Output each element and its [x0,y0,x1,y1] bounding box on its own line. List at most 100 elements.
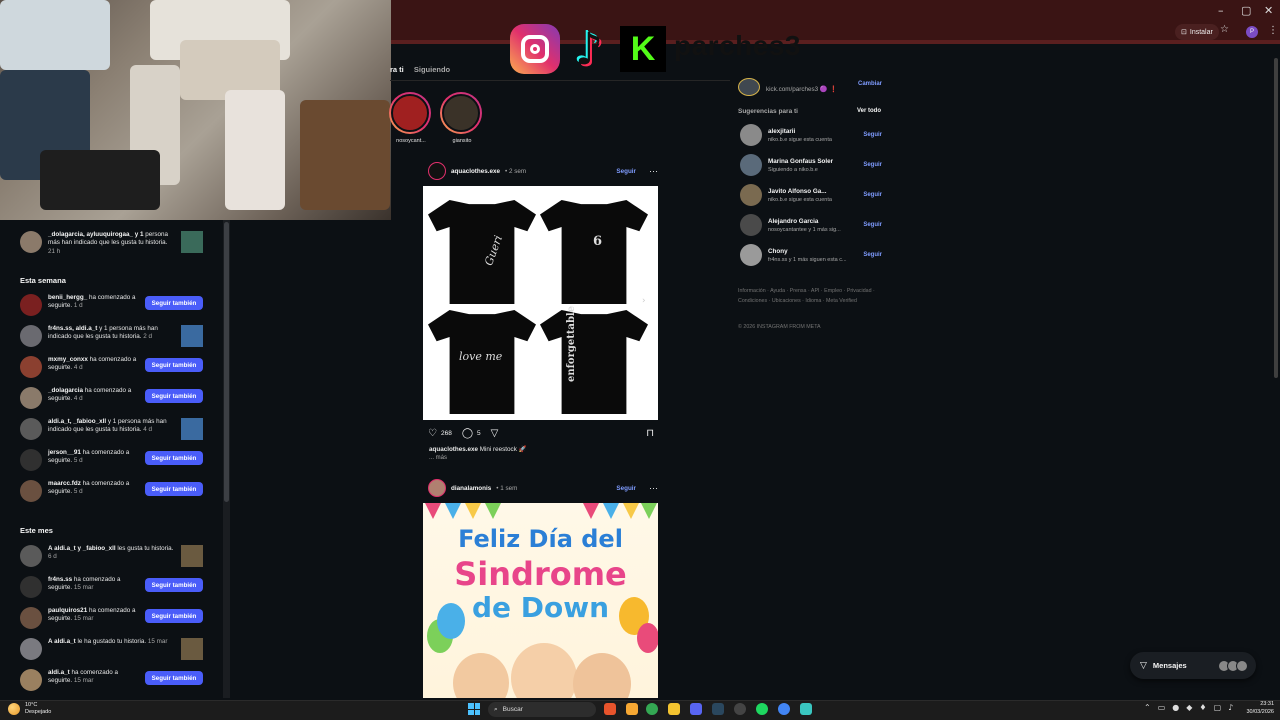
avatar[interactable] [20,325,42,347]
notepad-icon[interactable] [800,703,812,715]
avatar[interactable] [740,214,762,236]
chrome-icon[interactable] [646,703,658,715]
avatar[interactable] [428,479,446,497]
tab-for-you[interactable]: ra ti [390,65,404,74]
suggestion-item[interactable]: Chony fr4ns.ss y 1 más siguen esta c... Se… [740,243,882,267]
like-heart-icon[interactable]: ♡ [428,428,437,439]
switch-account-button[interactable]: Cambiar [858,81,882,87]
minimize-icon[interactable]: – [1218,4,1224,17]
notification-item[interactable]: fr4ns.ss, aldi.a_t y 1 persona más han i… [20,325,203,347]
notification-item[interactable]: _dolagarcia, ayluuquirogaa_ y 1 persona … [20,231,203,256]
follow-back-button[interactable]: Seguir también [145,609,203,623]
post-username[interactable]: dianalamonis [451,485,491,492]
avatar[interactable] [20,545,42,567]
windows-start-icon[interactable] [468,703,480,715]
comment-icon[interactable]: ◯ [462,428,473,439]
follow-back-button[interactable]: Seguir también [145,358,203,372]
story-thumbnail[interactable] [181,231,203,253]
more-options-icon[interactable]: ··· [649,483,658,493]
close-icon[interactable]: ✕ [1264,4,1273,17]
story-thumbnail[interactable] [181,418,203,440]
post-image[interactable]: Feliz Día del Sindrome de Down [423,503,658,698]
install-app-button[interactable]: ⊡ Instalar [1175,24,1219,40]
steam-icon[interactable] [712,703,724,715]
notification-user[interactable]: aldi.a_t, _fabioo_xll [48,418,106,425]
notification-item[interactable]: aldi.a_t, _fabioo_xll y 1 persona más ha… [20,418,203,440]
follow-back-button[interactable]: Seguir también [145,578,203,592]
follow-button[interactable]: Seguir [863,252,882,258]
notification-item[interactable]: maarcc.fdz ha comenzado a seguirte. 5 dS… [20,480,203,502]
post-image[interactable]: Gueri 6 love me enforgettable › [423,186,658,420]
story-item[interactable]: giansito [440,92,484,144]
chrome-active-icon[interactable] [778,703,790,715]
notification-item[interactable]: aldi.a_t ha comenzado a seguirte. 15 mar… [20,669,203,691]
notification-item[interactable]: jerson__91 ha comenzado a seguirte. 5 dS… [20,449,203,471]
discord-icon[interactable] [690,703,702,715]
suggestion-name[interactable]: Alejandro Garcia [768,218,857,225]
follow-button[interactable]: Seguir [616,168,636,175]
avatar[interactable] [428,162,446,180]
profile-avatar[interactable]: P [1246,26,1258,38]
follow-button[interactable]: Seguir [863,132,882,138]
caption-more-link[interactable]: ... más [429,455,447,461]
notification-item[interactable]: A aldi.a_t y _fabioo_xll les gusta tu hi… [20,545,203,567]
story-thumbnail[interactable] [181,545,203,567]
avatar[interactable] [20,387,42,409]
suggestion-name[interactable]: Javito Alfonso Ga... [768,188,857,195]
follow-back-button[interactable]: Seguir también [145,389,203,403]
story-thumbnail[interactable] [181,325,203,347]
browser-menu-icon[interactable]: ⋮ [1268,25,1278,36]
notification-user[interactable]: benii_hergg_ [48,294,87,301]
notification-item[interactable]: A aldi.a_t le ha gustado tu historia. 15… [20,638,203,660]
notifications-scroll-thumb[interactable] [224,222,229,502]
avatar[interactable] [20,418,42,440]
notification-user[interactable]: A aldi.a_t [48,638,76,645]
file-explorer-icon[interactable] [668,703,680,715]
notification-item[interactable]: fr4ns.ss ha comenzado a seguirte. 15 mar… [20,576,203,598]
notification-user[interactable]: _dolagarcia [48,387,83,394]
avatar[interactable] [20,294,42,316]
maximize-icon[interactable]: ▢ [1241,4,1251,17]
follow-button[interactable]: Seguir [616,485,636,492]
notification-user[interactable]: mxmy_conxx [48,356,88,363]
notification-item[interactable]: benii_hergg_ ha comenzado a seguirte. 1 … [20,294,203,316]
carousel-next-icon[interactable]: › [642,296,646,306]
app-tray-icon[interactable]: ◆ [1186,703,1192,712]
follow-back-button[interactable]: Seguir también [145,451,203,465]
app-icon[interactable] [626,703,638,715]
footer-links[interactable]: Información · Ayuda · Prensa · API · Emp… [738,287,888,306]
taskbar-search[interactable]: ⌕ Buscar [488,702,596,717]
notification-item[interactable]: mxmy_conxx ha comenzado a seguirte. 4 dS… [20,356,203,378]
suggestion-name[interactable]: Marina Gonfaus Soler [768,158,857,165]
suggestion-name[interactable]: alexjitarii [768,128,857,135]
suggestion-item[interactable]: Marina Gonfaus Soler Siguiendo a niko.b.e… [740,153,882,177]
avatar[interactable] [20,638,42,660]
ethernet-icon[interactable]: ▢ [1214,703,1222,712]
follow-back-button[interactable]: Seguir también [145,296,203,310]
notification-user[interactable]: A aldi.a_t y _fabioo_xll [48,545,116,552]
share-icon[interactable]: ▽ [491,428,499,439]
notification-user[interactable]: fr4ns.ss [48,576,72,583]
chevron-up-icon[interactable]: ⌃ [1144,703,1151,712]
chrome-profile-icon[interactable] [756,703,768,715]
follow-back-button[interactable]: Seguir también [145,671,203,685]
messages-button[interactable]: ▽ Mensajes [1130,652,1256,679]
follow-button[interactable]: Seguir [863,222,882,228]
more-options-icon[interactable]: ··· [649,166,658,176]
notification-user[interactable]: _dolagarcia, ayluuquirogaa_ y 1 [48,231,144,238]
follow-button[interactable]: Seguir [863,192,882,198]
taskbar-clock[interactable]: 23:31 30/03/2026 [1232,701,1274,716]
follow-back-button[interactable]: Seguir también [145,482,203,496]
suggestion-item[interactable]: Javito Alfonso Ga... niko.b.e sigue esta … [740,183,882,207]
avatar[interactable] [740,154,762,176]
page-scroll-thumb[interactable] [1274,58,1278,378]
avatar[interactable] [740,124,762,146]
suggestion-name[interactable]: Chony [768,248,857,255]
notification-item[interactable]: paulquiros21 ha comenzado a seguirte. 15… [20,607,203,629]
suggestion-item[interactable]: alexjitarii niko.b.e sigue esta cuenta Seg… [740,123,882,147]
notification-user[interactable]: paulquiros21 [48,607,87,614]
save-bookmark-icon[interactable]: ⊓ [646,428,654,439]
tab-following[interactable]: Siguiendo [414,65,450,74]
suggestion-item[interactable]: Alejandro Garcia nosoycantantee y 1 más s… [740,213,882,237]
post-username[interactable]: aquaclothes.exe [451,168,500,175]
